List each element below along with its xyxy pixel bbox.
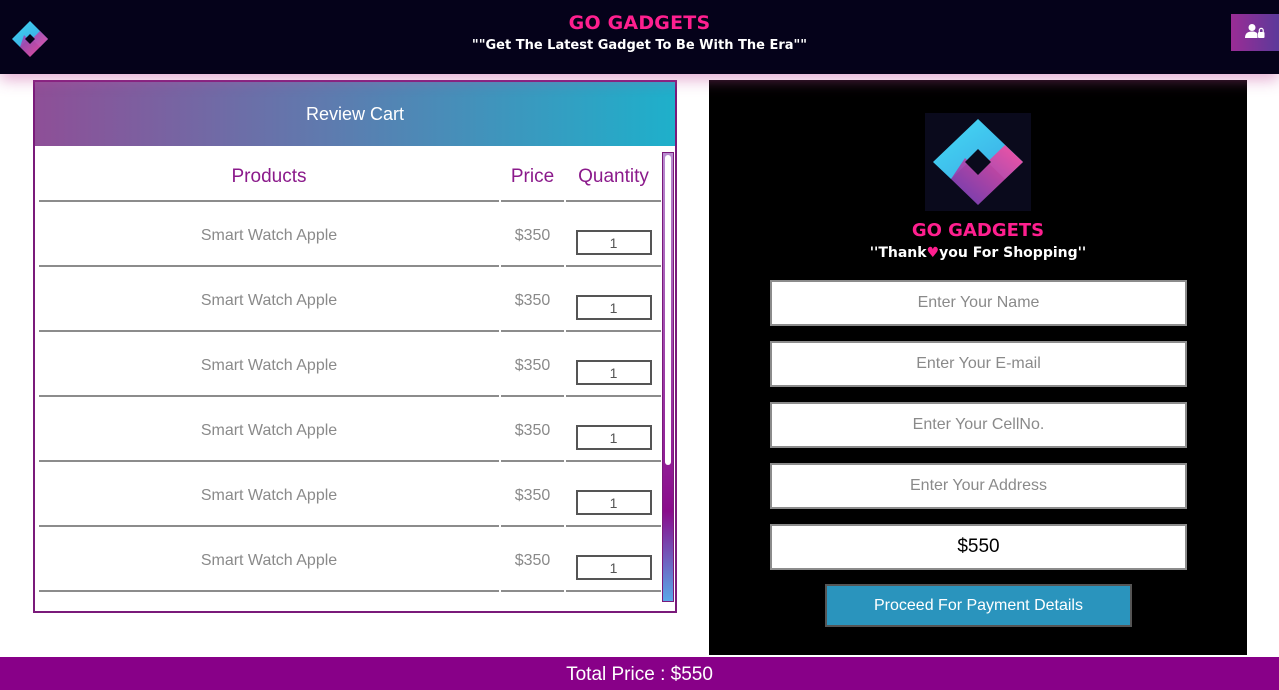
product-price: $350	[501, 332, 564, 397]
column-header-quantity: Quantity	[566, 154, 661, 202]
name-field[interactable]	[770, 280, 1187, 326]
email-field[interactable]	[770, 341, 1187, 387]
checkout-panel: GO GADGETS ''Thank♥you For Shopping'' Pr…	[709, 80, 1247, 655]
product-name: Smart Watch Apple	[39, 202, 499, 267]
product-name: Smart Watch Apple	[39, 527, 499, 592]
page: GO GADGETS ""Get The Latest Gadget To Be…	[0, 0, 1279, 690]
review-cart-header: Review Cart	[35, 82, 675, 146]
header-bar: GO GADGETS ""Get The Latest Gadget To Be…	[0, 0, 1279, 74]
product-name: Smart Watch Apple	[39, 397, 499, 462]
review-cart-title: Review Cart	[305, 103, 405, 124]
table-row: Smart Watch Apple $350	[39, 462, 661, 527]
quantity-input[interactable]	[575, 295, 652, 320]
user-account-button[interactable]	[1231, 14, 1279, 51]
table-row: Smart Watch Apple $350	[39, 202, 661, 267]
go-gadgets-logo-icon	[925, 113, 1031, 211]
column-header-price: Price	[501, 154, 564, 202]
product-price: $350	[501, 397, 564, 462]
product-price: $350	[501, 267, 564, 332]
quantity-cell	[566, 332, 661, 397]
address-field[interactable]	[770, 463, 1187, 509]
quantity-cell	[566, 267, 661, 332]
quantity-cell	[566, 462, 661, 527]
table-row: Smart Watch Apple $350	[39, 397, 661, 462]
product-price: $350	[501, 462, 564, 527]
quantity-cell	[566, 397, 661, 462]
table-row: Smart Watch Apple $350	[39, 267, 661, 332]
cell-number-field[interactable]	[770, 402, 1187, 448]
product-name: Smart Watch Apple	[39, 267, 499, 332]
product-name: Smart Watch Apple	[39, 462, 499, 527]
checkout-brand-title: GO GADGETS	[911, 220, 1045, 241]
product-name: Smart Watch Apple	[39, 332, 499, 397]
brand-title: GO GADGETS	[568, 12, 711, 34]
total-price-label: Total Price : $550	[566, 664, 713, 685]
product-price: $350	[501, 527, 564, 592]
thanks-text-end: you For Shopping''	[939, 245, 1087, 261]
total-price-footer: Total Price : $550	[0, 657, 1279, 690]
review-cart-panel: Review Cart Products Price Quantity Smar…	[33, 80, 677, 613]
quantity-input[interactable]	[575, 490, 652, 515]
product-price: $350	[501, 202, 564, 267]
quantity-cell	[566, 202, 661, 267]
quantity-input[interactable]	[575, 555, 652, 580]
heart-icon: ♥	[926, 245, 940, 261]
cart-scrollbar[interactable]	[662, 152, 674, 602]
cart-scrollbar-thumb[interactable]	[665, 155, 671, 465]
cart-table: Products Price Quantity Smart Watch Appl…	[37, 154, 663, 592]
table-row: Smart Watch Apple $350	[39, 332, 661, 397]
total-amount-field[interactable]	[770, 524, 1187, 570]
cart-table-header-row: Products Price Quantity	[39, 154, 661, 202]
quantity-input[interactable]	[575, 425, 652, 450]
column-header-products: Products	[39, 154, 499, 202]
quantity-input[interactable]	[575, 360, 652, 385]
proceed-payment-button[interactable]: Proceed For Payment Details	[825, 584, 1132, 627]
thanks-text-start: ''Thank	[869, 245, 927, 261]
table-row: Smart Watch Apple $350	[39, 527, 661, 592]
quantity-cell	[566, 527, 661, 592]
user-lock-icon	[1245, 23, 1265, 43]
thank-you-message: ''Thank♥you For Shopping''	[709, 245, 1247, 261]
quantity-input[interactable]	[575, 230, 652, 255]
brand-tagline: ""Get The Latest Gadget To Be With The E…	[471, 38, 808, 53]
